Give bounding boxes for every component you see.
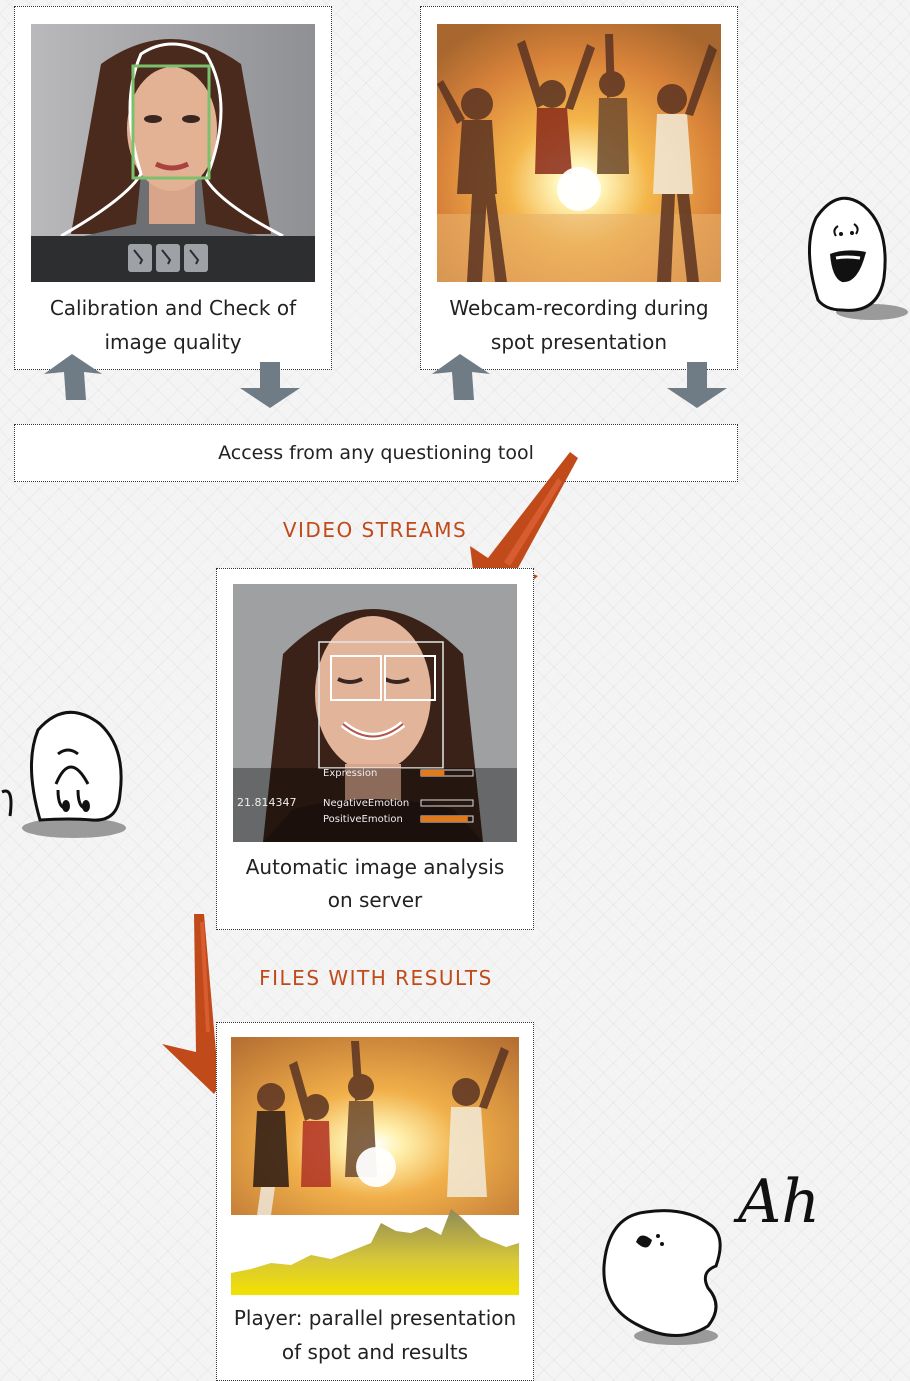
analysis-caption-line2: on server	[327, 888, 423, 912]
player-caption-line2: of spot and results	[281, 1340, 469, 1364]
access-label: Access from any questioning tool	[218, 442, 534, 464]
expression-label: Expression	[323, 768, 377, 779]
calibration-caption-line1: Calibration and Check of	[49, 296, 297, 320]
blob-laughing-icon	[808, 196, 908, 320]
calibration-toolbar	[128, 244, 208, 272]
analysis-image: Expression 21.814347 NegativeEmotion Pos…	[233, 584, 517, 842]
negative-emotion-label: NegativeEmotion	[323, 798, 409, 809]
blob-scared-icon	[1, 710, 126, 838]
arrow-up-right-icon	[432, 354, 490, 400]
webcam-caption-line1: Webcam-recording during	[449, 296, 709, 320]
arrow-up-left-icon	[44, 354, 102, 400]
player-box: Player: parallel presentation of spot an…	[216, 1022, 534, 1381]
analysis-caption-line1: Automatic image analysis	[245, 855, 505, 879]
webcam-box: Webcam-recording during spot presentatio…	[420, 6, 738, 370]
id-number: 21.814347	[237, 796, 297, 809]
arrow-down-left-icon	[240, 362, 300, 408]
blob-ah-icon: Ah	[602, 1167, 820, 1345]
expression-bar	[421, 770, 445, 776]
player-image	[231, 1037, 519, 1295]
files-with-results-label: FILES WITH RESULTS	[259, 966, 493, 990]
analysis-box: Expression 21.814347 NegativeEmotion Pos…	[216, 568, 534, 930]
doodle-ah-text: Ah	[733, 1167, 820, 1237]
webcam-image	[437, 24, 721, 282]
calibration-image	[31, 24, 315, 282]
positive-emotion-label: PositiveEmotion	[323, 814, 403, 825]
arrow-down-right-icon	[667, 362, 727, 408]
access-bar: Access from any questioning tool	[14, 424, 738, 482]
positive-emotion-bar	[421, 816, 468, 822]
calibration-box: Calibration and Check of image quality	[14, 6, 332, 370]
player-caption-line1: Player: parallel presentation	[233, 1306, 517, 1330]
